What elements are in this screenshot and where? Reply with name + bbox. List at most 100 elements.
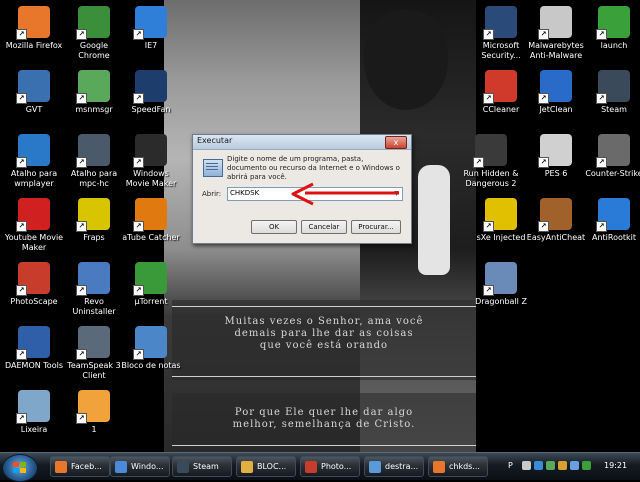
app-window-icon: ↗ bbox=[483, 262, 517, 296]
desktop-icon-fraps[interactable]: ↗ Fraps bbox=[64, 198, 124, 243]
desktop-icon-document[interactable]: ↗ 1 bbox=[64, 390, 124, 435]
taskbar-button[interactable]: Faceb... bbox=[50, 456, 110, 477]
speedfan-icon: ↗ bbox=[133, 70, 167, 104]
desktop-icon-easyanticheat[interactable]: ↗ EasyAntiCheat bbox=[526, 198, 586, 243]
document-icon: ↗ bbox=[76, 390, 110, 424]
desktop-icon-revo[interactable]: ↗ Revo Uninstaller bbox=[64, 262, 124, 317]
desktop-icon-recycle-bin[interactable]: ↗ Lixeira bbox=[4, 390, 64, 435]
utorrent-tray-icon[interactable] bbox=[582, 461, 591, 470]
shortcut-arrow-icon: ↗ bbox=[538, 157, 549, 168]
desktop-icon-photoscape[interactable]: ↗ PhotoScape bbox=[4, 262, 64, 307]
desktop-icon-jetclean[interactable]: ↗ JetClean bbox=[526, 70, 586, 115]
desktop: Muitas vezes o Senhor, ama você demais p… bbox=[0, 0, 640, 452]
desktop-icon-label: CCleaner bbox=[482, 105, 520, 114]
desktop-icon-network[interactable]: ↗ GVT bbox=[4, 70, 64, 115]
mpc-icon: ↗ bbox=[76, 134, 110, 168]
desktop-icon-label: EasyAntiCheat bbox=[526, 233, 586, 242]
paint-icon bbox=[369, 461, 381, 473]
wallpaper-caption-bottom: Por que Ele quer lhe dar algo melhor, se… bbox=[172, 393, 476, 452]
open-input[interactable]: CHKDSK bbox=[230, 189, 259, 197]
desktop-icon-label: AntiRootkit bbox=[591, 233, 637, 242]
taskbar-button[interactable]: Steam bbox=[172, 456, 232, 477]
taskbar-button[interactable]: chkds... bbox=[428, 456, 488, 477]
desktop-icon-label: msnmsgr bbox=[75, 105, 113, 114]
ok-button[interactable]: OK bbox=[251, 220, 297, 234]
malwarebytes-icon: ↗ bbox=[538, 6, 572, 40]
security-tray-icon[interactable] bbox=[558, 461, 567, 470]
desktop-icon-atube[interactable]: ↗ aTube Catcher bbox=[121, 198, 181, 243]
desktop-icon-label: Counter-Strike bbox=[585, 169, 640, 178]
desktop-icon-sxe[interactable]: ↗ sXe Injected bbox=[471, 198, 531, 243]
desktop-icon-utorrent[interactable]: ↗ µTorrent bbox=[121, 262, 181, 307]
desktop-icon-label: JetClean bbox=[539, 105, 573, 114]
shortcut-arrow-icon: ↗ bbox=[538, 221, 549, 232]
browse-button[interactable]: Procurar... bbox=[351, 220, 401, 234]
desktop-icon-steam[interactable]: ↗ Steam bbox=[584, 70, 640, 115]
taskbar-button[interactable]: destra... bbox=[364, 456, 424, 477]
shortcut-arrow-icon: ↗ bbox=[596, 29, 607, 40]
desktop-icon-ie[interactable]: ↗ IE7 bbox=[121, 6, 181, 51]
atube-icon: ↗ bbox=[133, 198, 167, 232]
desktop-icon-youtube[interactable]: ↗ Youtube Movie Maker bbox=[4, 198, 64, 253]
shortcut-arrow-icon: ↗ bbox=[483, 221, 494, 232]
folder-icon bbox=[241, 461, 253, 473]
taskbar-button[interactable]: Windo... bbox=[110, 456, 170, 477]
hd2-icon: ↗ bbox=[473, 134, 507, 168]
desktop-icon-counterstrike[interactable]: ↗ Counter-Strike bbox=[584, 134, 640, 179]
desktop-icon-label: Atalho para wmplayer bbox=[10, 169, 58, 188]
desktop-icon-mpc[interactable]: ↗ Atalho para mpc-hc bbox=[64, 134, 124, 189]
shortcut-arrow-icon: ↗ bbox=[596, 157, 607, 168]
desktop-icon-hd2[interactable]: ↗ Run Hidden & Dangerous 2 bbox=[461, 134, 521, 189]
desktop-icon-wmplayer[interactable]: ↗ Atalho para wmplayer bbox=[4, 134, 64, 189]
run-dialog-titlebar[interactable]: Executar x bbox=[193, 135, 411, 150]
volume-icon[interactable] bbox=[570, 461, 579, 470]
photoscape-icon: ↗ bbox=[16, 262, 50, 296]
desktop-icon-security[interactable]: ↗ Microsoft Security... bbox=[471, 6, 531, 61]
desktop-icon-malwarebytes[interactable]: ↗ Malwarebytes Anti-Malware bbox=[526, 6, 586, 61]
cancel-button[interactable]: Cancelar bbox=[301, 220, 347, 234]
run-dialog-title: Executar bbox=[197, 136, 233, 145]
desktop-icon-label: Bloco de notas bbox=[121, 361, 181, 370]
desktop-icon-msn[interactable]: ↗ msnmsgr bbox=[64, 70, 124, 115]
shortcut-arrow-icon: ↗ bbox=[16, 93, 27, 104]
desktop-icon-label: PhotoScape bbox=[10, 297, 58, 306]
moviemaker-icon: ↗ bbox=[133, 134, 167, 168]
desktop-icon-launch[interactable]: ↗ launch bbox=[584, 6, 640, 51]
msn-tray-icon[interactable] bbox=[546, 461, 555, 470]
language-indicator[interactable]: P bbox=[508, 461, 513, 470]
desktop-icon-firefox[interactable]: ↗ Mozilla Firefox bbox=[4, 6, 64, 51]
tray-arrow-icon[interactable] bbox=[522, 461, 531, 470]
shortcut-arrow-icon: ↗ bbox=[483, 29, 494, 40]
shortcut-arrow-icon: ↗ bbox=[483, 93, 494, 104]
desktop-icon-label: Steam bbox=[601, 105, 627, 114]
start-button[interactable] bbox=[2, 454, 38, 482]
taskbar-button[interactable]: Photo... bbox=[300, 456, 360, 477]
clock[interactable]: 19:21 bbox=[604, 461, 627, 470]
desktop-icon-app-window[interactable]: ↗ Dragonball Z bbox=[471, 262, 531, 307]
ccleaner-icon: ↗ bbox=[483, 70, 517, 104]
desktop-icon-label: Fraps bbox=[83, 233, 105, 242]
desktop-icon-moviemaker[interactable]: ↗ Windows Movie Maker bbox=[121, 134, 181, 189]
desktop-icon-ccleaner[interactable]: ↗ CCleaner bbox=[471, 70, 531, 115]
daemon-icon: ↗ bbox=[16, 326, 50, 360]
desktop-icon-daemon[interactable]: ↗ DAEMON Tools bbox=[4, 326, 64, 371]
shortcut-arrow-icon: ↗ bbox=[133, 349, 144, 360]
desktop-icon-label: Dragonball Z bbox=[475, 297, 527, 306]
desktop-icon-chrome[interactable]: ↗ Google Chrome bbox=[64, 6, 124, 61]
desktop-icon-label: Google Chrome bbox=[78, 41, 110, 60]
firefox-icon bbox=[55, 461, 67, 473]
desktop-icon-pes[interactable]: ↗ PES 6 bbox=[526, 134, 586, 179]
shortcut-arrow-icon: ↗ bbox=[538, 29, 549, 40]
desktop-icon-label: µTorrent bbox=[134, 297, 168, 306]
security-icon: ↗ bbox=[483, 6, 517, 40]
close-button[interactable]: x bbox=[385, 136, 407, 149]
network-icon[interactable] bbox=[534, 461, 543, 470]
taskbar-button[interactable]: BLOC... bbox=[236, 456, 296, 477]
desktop-icon-notepad[interactable]: ↗ Bloco de notas bbox=[121, 326, 181, 371]
desktop-icon-speedfan[interactable]: ↗ SpeedFan bbox=[121, 70, 181, 115]
shortcut-arrow-icon: ↗ bbox=[596, 221, 607, 232]
desktop-icon-antirootkit[interactable]: ↗ AntiRootkit bbox=[584, 198, 640, 243]
desktop-icon-teamspeak[interactable]: ↗ TeamSpeak 3 Client bbox=[64, 326, 124, 381]
launch-icon: ↗ bbox=[596, 6, 630, 40]
shortcut-arrow-icon: ↗ bbox=[76, 285, 87, 296]
